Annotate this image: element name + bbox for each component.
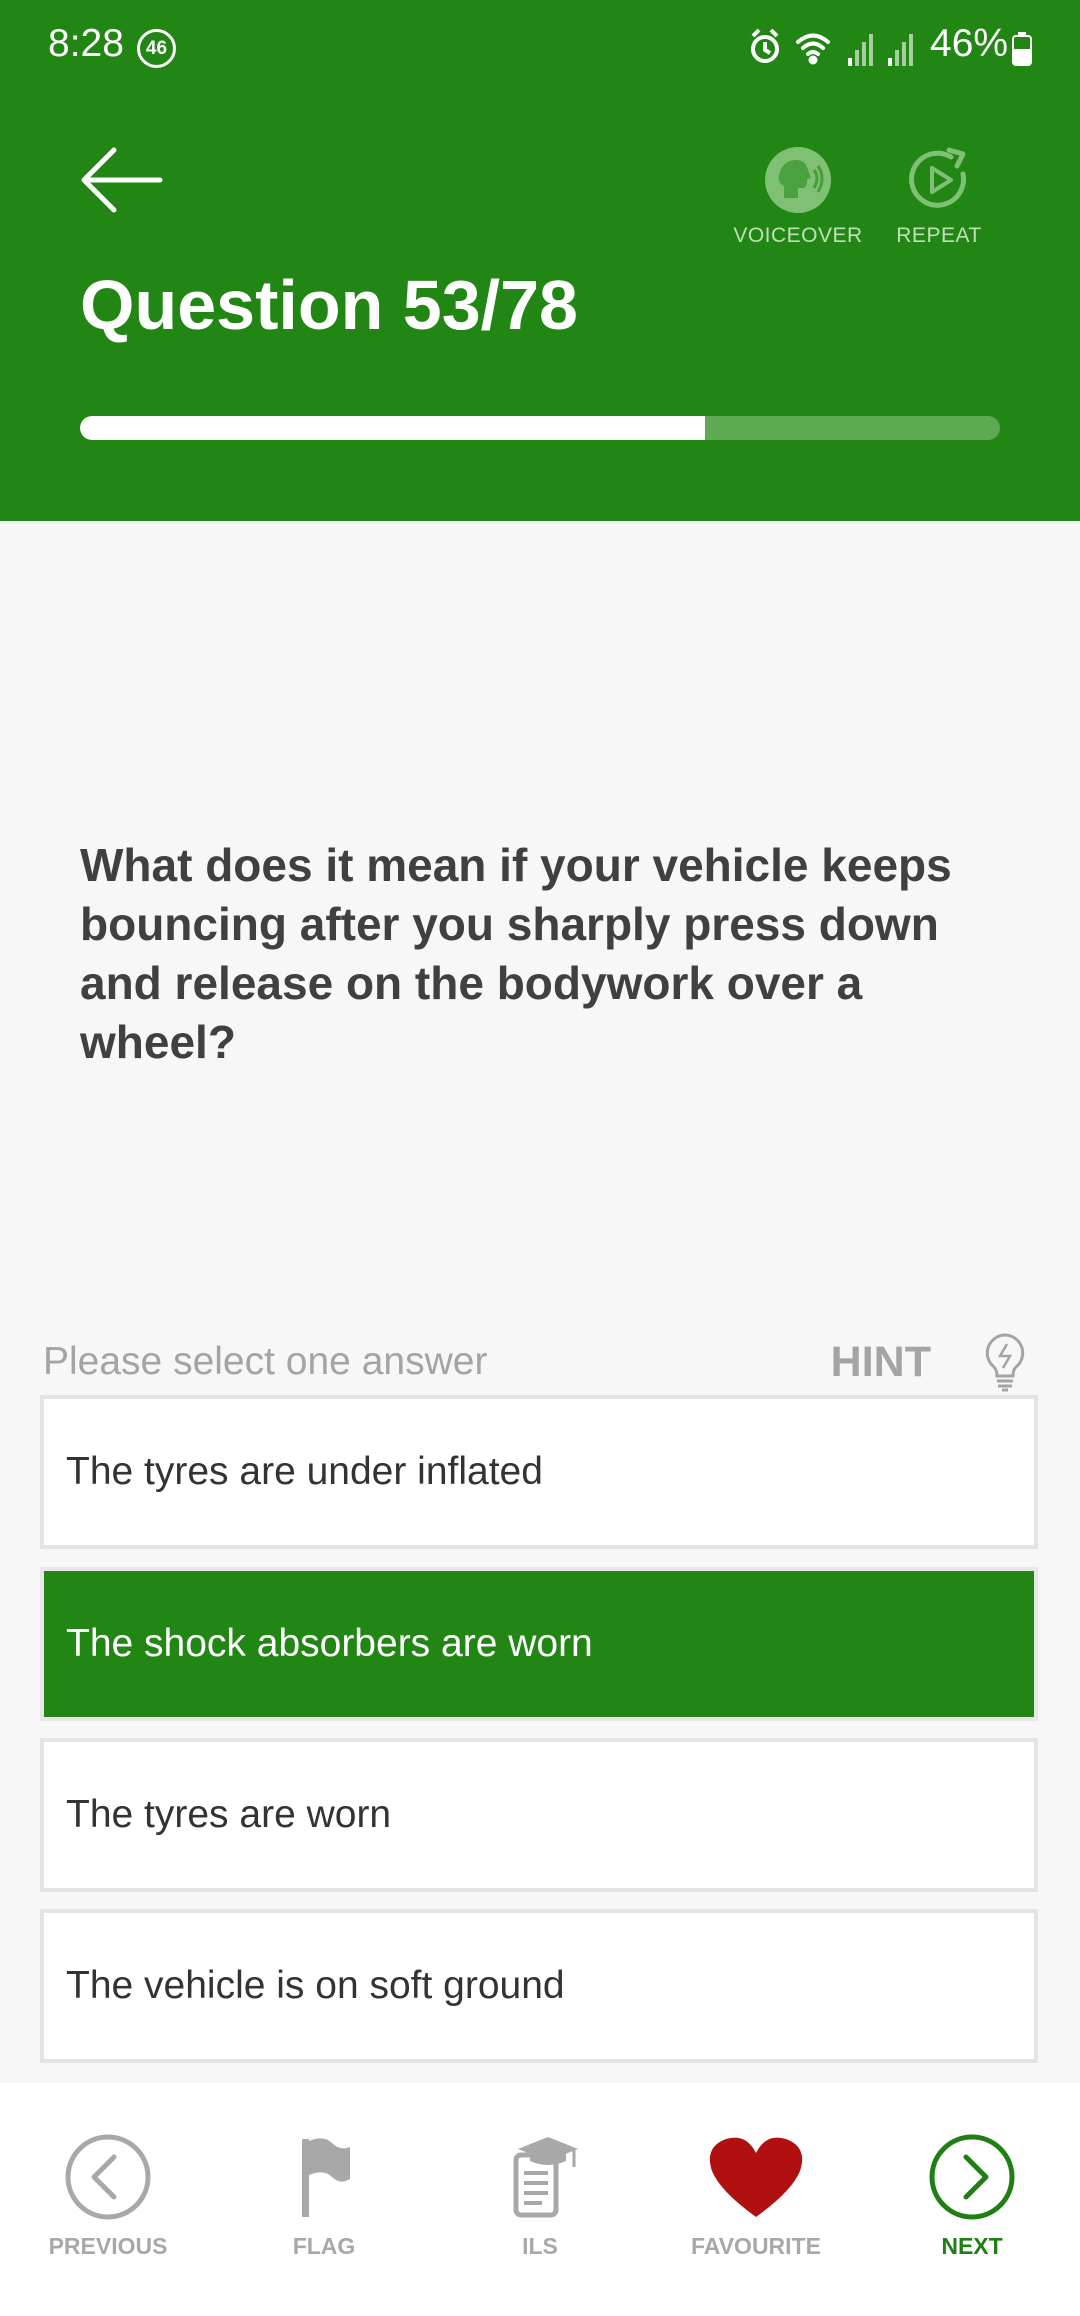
- status-time: 8:28: [48, 22, 124, 65]
- repeat-label: REPEAT: [896, 224, 982, 247]
- voiceover-button[interactable]: VOICEOVER: [728, 146, 868, 248]
- favourite-button[interactable]: FAVOURITE: [648, 2133, 864, 2260]
- previous-label: PREVIOUS: [48, 2233, 168, 2259]
- progress-fill: [80, 416, 706, 440]
- chevron-right-circle-icon: [929, 2134, 1015, 2220]
- chevron-left-circle-icon: [65, 2134, 151, 2220]
- lightbulb-icon[interactable]: [983, 1332, 1027, 1392]
- select-prompt: Please select one answer: [43, 1340, 488, 1383]
- battery-percent: 46%: [930, 22, 1009, 65]
- replay-icon: [909, 147, 967, 208]
- arrow-left-icon: [81, 147, 163, 213]
- battery-icon: [1012, 32, 1032, 66]
- repeat-button[interactable]: REPEAT: [869, 146, 1009, 248]
- previous-button[interactable]: PREVIOUS: [0, 2133, 216, 2260]
- hint-button[interactable]: HINT: [831, 1338, 931, 1387]
- flag-label: FLAG: [292, 2233, 356, 2259]
- signal-icon-2: [888, 34, 913, 66]
- answer-header: Please select one answer HINT: [43, 1333, 1037, 1392]
- back-button[interactable]: [78, 144, 168, 216]
- bottom-nav: PREVIOUS FLAG ILS FAVOURITE NEXT: [0, 2083, 1080, 2316]
- page-title: Question 53/78: [80, 266, 578, 344]
- status-bar: 8:28 46 46%: [0, 0, 1080, 95]
- header: 8:28 46 46% VOICEOVER REPEAT Question 53…: [0, 0, 1080, 521]
- answer-option-label: The tyres are under inflated: [66, 1450, 543, 1493]
- answer-option[interactable]: The tyres are worn: [40, 1738, 1038, 1892]
- flag-icon: [302, 2138, 350, 2217]
- status-badge: 46: [137, 29, 176, 68]
- progress-bar: [80, 416, 1000, 440]
- flag-button[interactable]: FLAG: [216, 2133, 432, 2260]
- voiceover-head-icon: [765, 147, 831, 213]
- answer-option-label: The tyres are worn: [66, 1793, 392, 1836]
- answer-option-selected[interactable]: The shock absorbers are worn: [40, 1567, 1038, 1721]
- answer-option[interactable]: The vehicle is on soft ground: [40, 1909, 1038, 2063]
- signal-icon: [848, 34, 873, 66]
- answer-option-label: The vehicle is on soft ground: [66, 1964, 565, 2007]
- favourite-label: FAVOURITE: [691, 2233, 821, 2259]
- next-button[interactable]: NEXT: [864, 2133, 1080, 2260]
- next-label: NEXT: [941, 2233, 1003, 2259]
- ils-button[interactable]: ILS: [432, 2133, 648, 2260]
- status-icons: [751, 28, 913, 66]
- wifi-icon: [796, 33, 830, 65]
- document-graduation-cap-icon: [513, 2137, 578, 2218]
- answer-option[interactable]: The tyres are under inflated: [40, 1395, 1038, 1549]
- ils-label: ILS: [522, 2233, 558, 2259]
- answer-option-label: The shock absorbers are worn: [66, 1622, 593, 1665]
- voiceover-label: VOICEOVER: [733, 224, 863, 247]
- question-text: What does it mean if your vehicle keeps …: [80, 839, 952, 1068]
- heart-icon: [709, 2137, 803, 2217]
- alarm-icon: [751, 28, 779, 63]
